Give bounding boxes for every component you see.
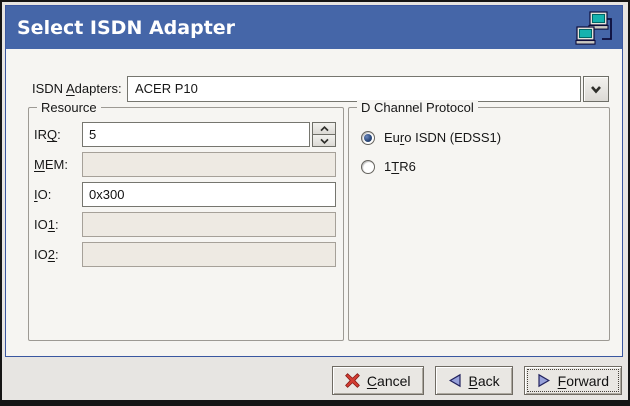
io2-row: IO2: [34, 242, 336, 267]
arrow-left-icon [448, 373, 462, 388]
wizard-body: ISDN Adapters: ACER P10 Resource IRQ: [6, 50, 622, 356]
io-input[interactable] [82, 182, 336, 207]
arrow-right-icon [537, 373, 551, 388]
action-button-bar: Cancel Back Forward [332, 366, 622, 395]
radio-button-icon [361, 160, 375, 174]
chevron-down-icon [320, 138, 329, 144]
mem-input [82, 152, 336, 177]
io-label: IO: [34, 182, 82, 207]
forward-button-label: Forward [558, 373, 609, 389]
d-channel-protocol-group: D Channel Protocol Euro ISDN (EDSS1) 1TR… [348, 107, 610, 341]
isdn-adapter-combobox: ACER P10 [127, 76, 609, 102]
forward-button[interactable]: Forward [524, 366, 622, 395]
isdn-adapter-value[interactable]: ACER P10 [127, 76, 581, 102]
irq-row: IRQ: [34, 122, 336, 147]
radio-1tr6[interactable]: 1TR6 [361, 158, 416, 175]
mem-row: MEM: [34, 152, 336, 177]
d-channel-protocol-title: D Channel Protocol [357, 100, 478, 116]
irq-spinner [312, 122, 336, 147]
spin-down-button[interactable] [312, 135, 336, 147]
irq-label: IRQ: [34, 122, 82, 147]
resource-group-title: Resource [37, 100, 101, 116]
radio-euro-isdn[interactable]: Euro ISDN (EDSS1) [361, 129, 501, 146]
cancel-button-label: Cancel [367, 373, 411, 389]
isdn-adapters-label: ISDN Adapters: [32, 76, 122, 102]
page-title: Select ISDN Adapter [17, 17, 574, 39]
cancel-x-icon [345, 373, 360, 388]
back-button-label: Back [469, 373, 500, 389]
radio-euro-isdn-label: Euro ISDN (EDSS1) [384, 130, 501, 145]
io1-label: IO1: [34, 212, 82, 237]
back-button[interactable]: Back [435, 366, 513, 395]
chevron-up-icon [320, 126, 329, 132]
io2-label: IO2: [34, 242, 82, 267]
wizard-panel: Select ISDN Adapter ISDN Adapters: [5, 5, 623, 357]
resource-group: Resource IRQ: MEM: I [28, 107, 344, 341]
io1-row: IO1: [34, 212, 336, 237]
network-computers-icon [574, 10, 614, 48]
irq-input[interactable] [82, 122, 310, 147]
spin-up-button[interactable] [312, 122, 336, 135]
cancel-button[interactable]: Cancel [332, 366, 424, 395]
io2-input [82, 242, 336, 267]
radio-1tr6-label: 1TR6 [384, 159, 416, 174]
io1-input [82, 212, 336, 237]
mem-label: MEM: [34, 152, 82, 177]
chevron-down-icon [590, 85, 602, 94]
wizard-header: Select ISDN Adapter [6, 6, 622, 49]
dialog-window: Select ISDN Adapter ISDN Adapters: [0, 0, 630, 406]
radio-button-icon [361, 131, 375, 145]
io-row: IO: [34, 182, 336, 207]
combo-dropdown-button[interactable] [583, 76, 609, 102]
